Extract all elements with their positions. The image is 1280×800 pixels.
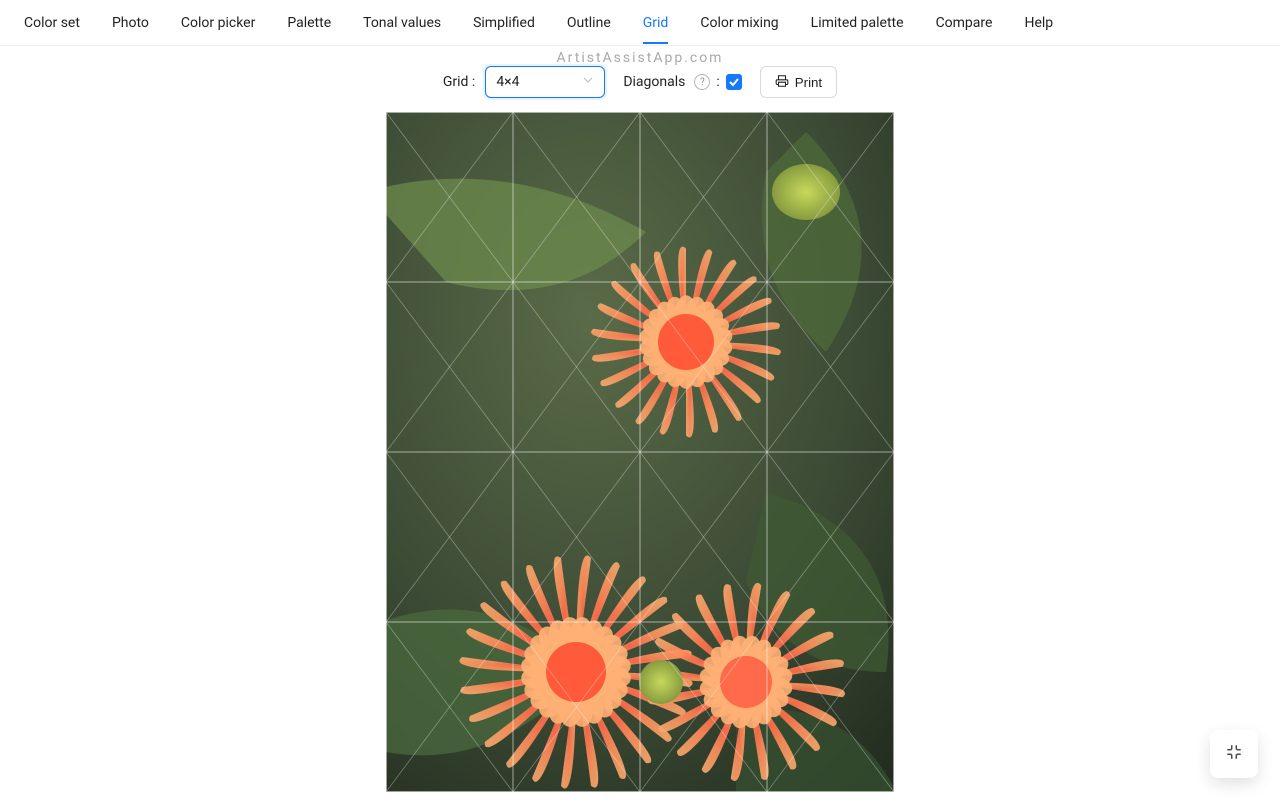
diagonals-label: Diagonals [623, 74, 685, 90]
photo-image [386, 112, 894, 792]
tab-palette[interactable]: Palette [271, 3, 347, 43]
diagonals-colon: : [716, 74, 719, 90]
tab-tonal-values[interactable]: Tonal values [347, 3, 457, 43]
print-button[interactable]: Print [760, 66, 837, 98]
main-tabs: Color setPhotoColor pickerPaletteTonal v… [0, 0, 1280, 46]
chevron-down-icon [582, 74, 594, 90]
grid-size-select[interactable]: 4×4 [485, 66, 605, 98]
tab-photo[interactable]: Photo [96, 3, 165, 43]
help-icon[interactable]: ? [694, 74, 710, 90]
diagonals-checkbox[interactable] [726, 74, 742, 90]
tab-color-mixing[interactable]: Color mixing [684, 3, 794, 43]
fullscreen-toggle-button[interactable] [1210, 730, 1258, 778]
canvas-container [0, 112, 1280, 792]
grid-size-value: 4×4 [496, 74, 519, 90]
photo-canvas[interactable] [386, 112, 894, 792]
tab-grid[interactable]: Grid [627, 3, 685, 43]
tab-color-set[interactable]: Color set [8, 3, 96, 43]
tab-color-picker[interactable]: Color picker [165, 3, 271, 43]
tab-compare[interactable]: Compare [920, 3, 1009, 43]
print-label: Print [795, 75, 822, 90]
printer-icon [775, 74, 789, 91]
tab-outline[interactable]: Outline [551, 3, 627, 43]
grid-toolbar: Grid : 4×4 Diagonals ? : Print [0, 62, 1280, 102]
grid-select-group: Grid : 4×4 [443, 66, 605, 98]
grid-label: Grid : [443, 74, 475, 90]
tab-limited-palette[interactable]: Limited palette [795, 3, 920, 43]
diagonals-group: Diagonals ? : [623, 74, 741, 90]
tab-simplified[interactable]: Simplified [457, 3, 551, 43]
tab-help[interactable]: Help [1008, 3, 1069, 43]
compress-icon [1225, 743, 1243, 765]
